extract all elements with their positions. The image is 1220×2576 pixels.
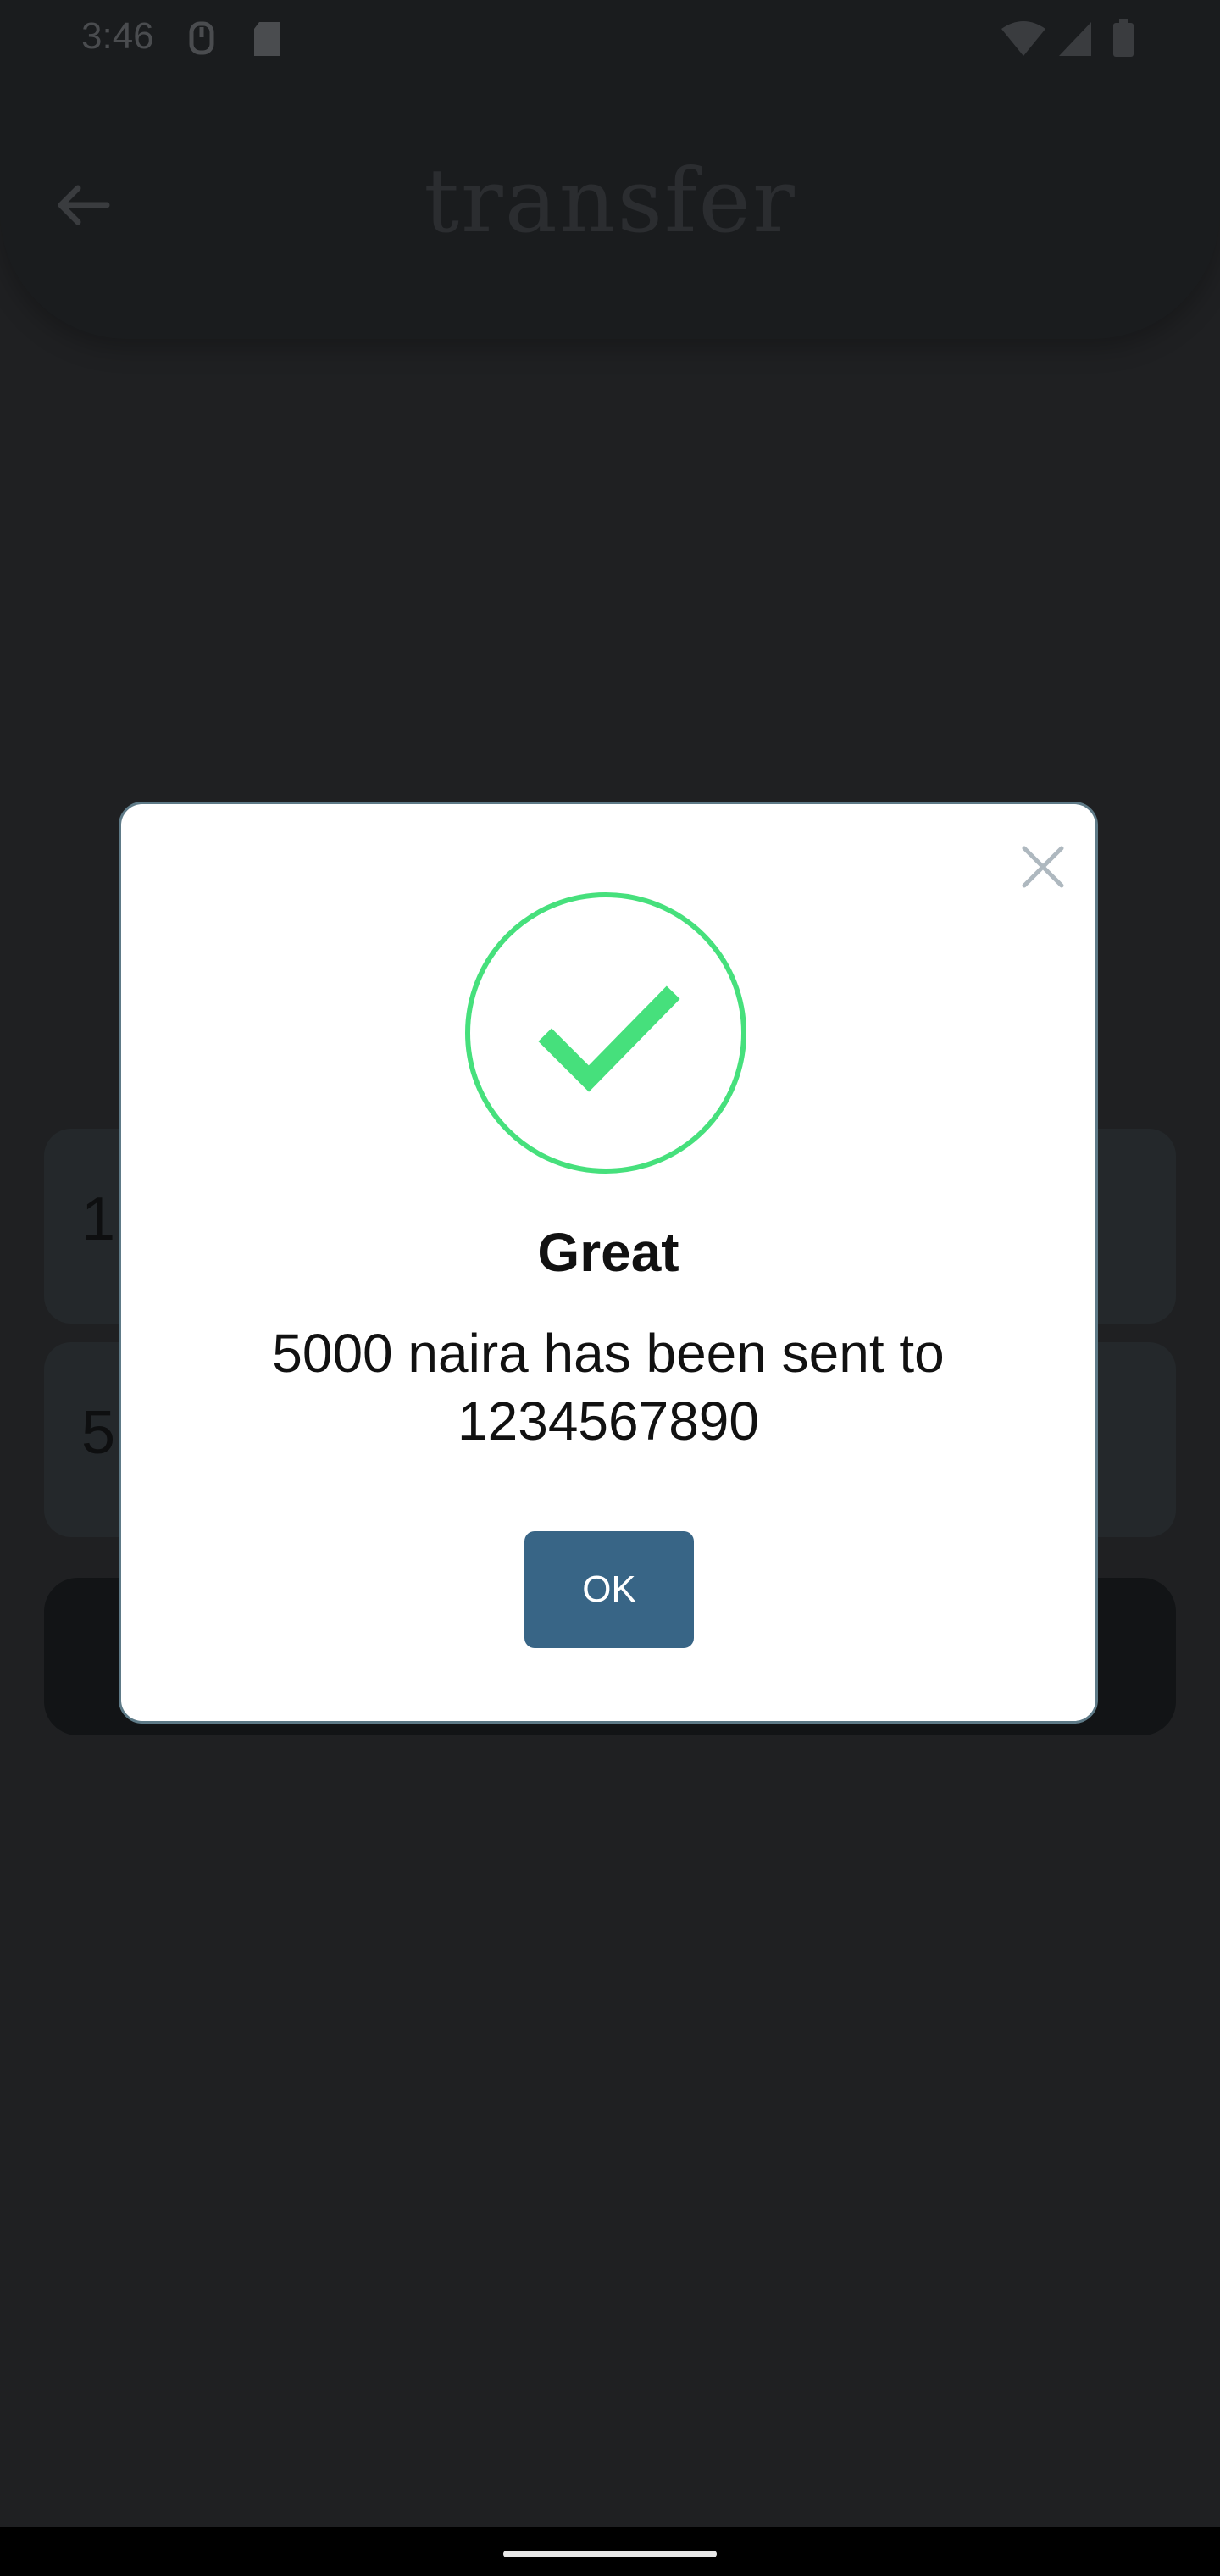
success-dialog: Great 5000 naira has been sent to 123456… [119, 802, 1098, 1724]
navigation-bar [0, 2527, 1220, 2576]
ok-button[interactable]: OK [524, 1531, 694, 1648]
checkmark-icon [538, 985, 680, 1092]
wifi-icon [1000, 19, 1047, 64]
close-button[interactable] [1018, 841, 1068, 892]
sd-card-icon [251, 19, 285, 64]
status-time: 3:46 [81, 15, 154, 57]
status-bar: 3:46 [0, 0, 1220, 78]
battery-icon [1112, 19, 1135, 64]
close-icon [1022, 846, 1064, 888]
home-indicator[interactable] [503, 2551, 717, 2557]
success-circle [465, 892, 746, 1174]
usb-debug-icon [186, 19, 217, 64]
signal-icon [1057, 19, 1095, 64]
dialog-message: 5000 naira has been sent to 1234567890 [272, 1323, 945, 1452]
dialog-title: Great [537, 1222, 679, 1283]
